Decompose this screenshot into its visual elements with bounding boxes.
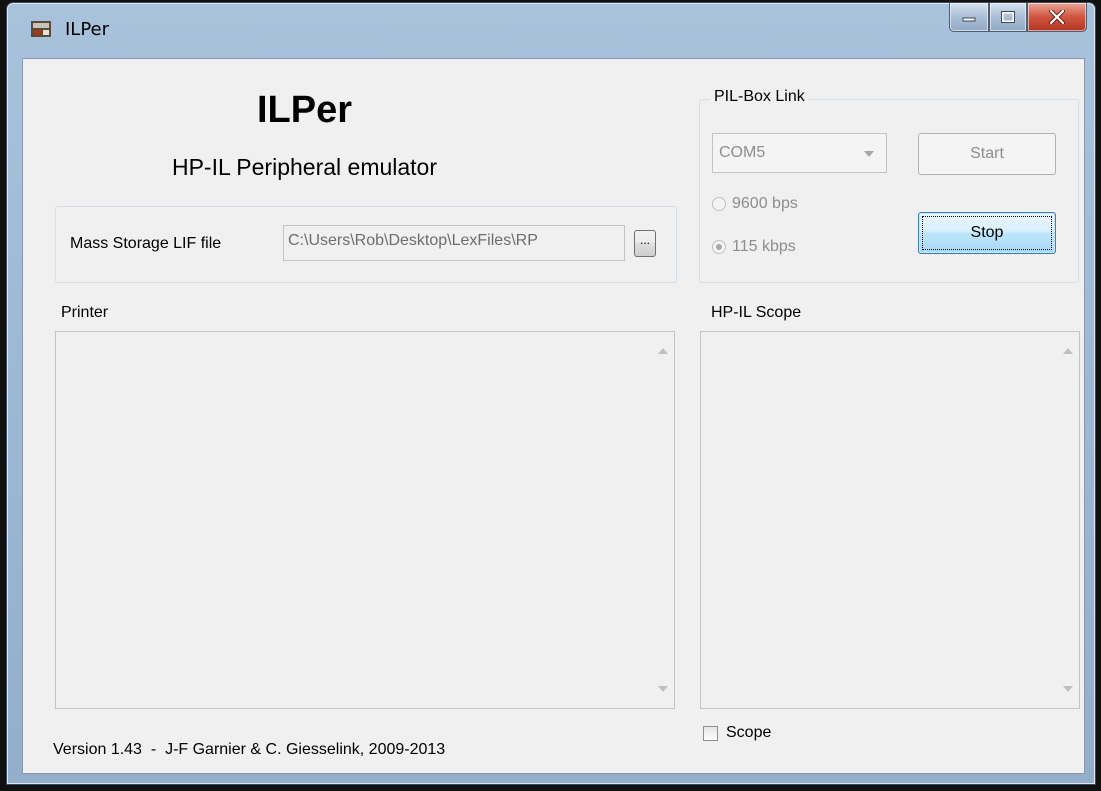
scope-label: HP-IL Scope [711, 304, 802, 321]
speed-9600-radio[interactable]: 9600 bps [712, 195, 798, 213]
speed-9600-label: 9600 bps [732, 195, 798, 212]
printer-label: Printer [61, 304, 109, 321]
start-button[interactable]: Start [918, 133, 1056, 175]
maximize-icon [1001, 11, 1015, 23]
title-bar[interactable]: ILPer [7, 3, 1095, 59]
printer-output[interactable] [55, 331, 675, 709]
com-port-value: COM5 [719, 144, 766, 161]
pilbox-link-legend: PIL-Box Link [710, 88, 809, 106]
lif-file-path-input[interactable]: C:\Users\Rob\Desktop\LexFiles\RP [283, 225, 625, 261]
scroll-up-icon[interactable] [1063, 348, 1073, 354]
scroll-down-icon[interactable] [1063, 686, 1073, 692]
radio-115k[interactable] [712, 240, 726, 254]
stop-button-label: Stop [970, 224, 1004, 241]
maximize-button[interactable] [989, 3, 1027, 32]
radio-9600[interactable] [712, 197, 726, 211]
close-button[interactable] [1027, 3, 1087, 32]
printer-scrollbar[interactable] [652, 332, 674, 708]
window-title: ILPer [65, 19, 110, 40]
app-title: ILPer [256, 89, 353, 131]
ilper-app-icon [31, 21, 51, 37]
window-controls [949, 3, 1087, 33]
mass-storage-label: Mass Storage LIF file [70, 235, 222, 252]
browse-button[interactable]: ... [634, 230, 656, 257]
close-icon [1049, 10, 1065, 24]
minimize-button[interactable] [949, 3, 989, 32]
stop-button[interactable]: Stop [918, 212, 1056, 254]
scroll-down-icon[interactable] [658, 686, 668, 692]
scope-checkbox-label: Scope [726, 724, 772, 741]
com-port-select[interactable]: COM5 [712, 133, 887, 173]
speed-115k-radio[interactable]: 115 kbps [712, 238, 796, 256]
app-subtitle: HP-IL Peripheral emulator [171, 154, 438, 180]
scope-checkbox[interactable] [703, 725, 718, 741]
client-area: ILPer HP-IL Peripheral emulator Mass Sto… [22, 58, 1085, 774]
mass-storage-group: Mass Storage LIF file C:\Users\Rob\Deskt… [55, 206, 677, 283]
pilbox-link-group: PIL-Box Link COM5 Start 9600 bps 115 kbp… [699, 88, 1079, 283]
minimize-icon [962, 17, 976, 22]
version-text: Version 1.43 - J-F Garnier & C. Giesseli… [53, 741, 446, 758]
scope-scrollbar[interactable] [1057, 332, 1079, 708]
main-window: ILPer ILPer HP-IL Peripheral emulator Ma… [6, 2, 1096, 785]
scope-output[interactable] [700, 331, 1080, 709]
scope-checkbox-row[interactable]: Scope [703, 724, 771, 742]
chevron-down-icon [864, 151, 874, 157]
speed-115k-label: 115 kbps [732, 238, 796, 255]
scroll-up-icon[interactable] [658, 348, 668, 354]
